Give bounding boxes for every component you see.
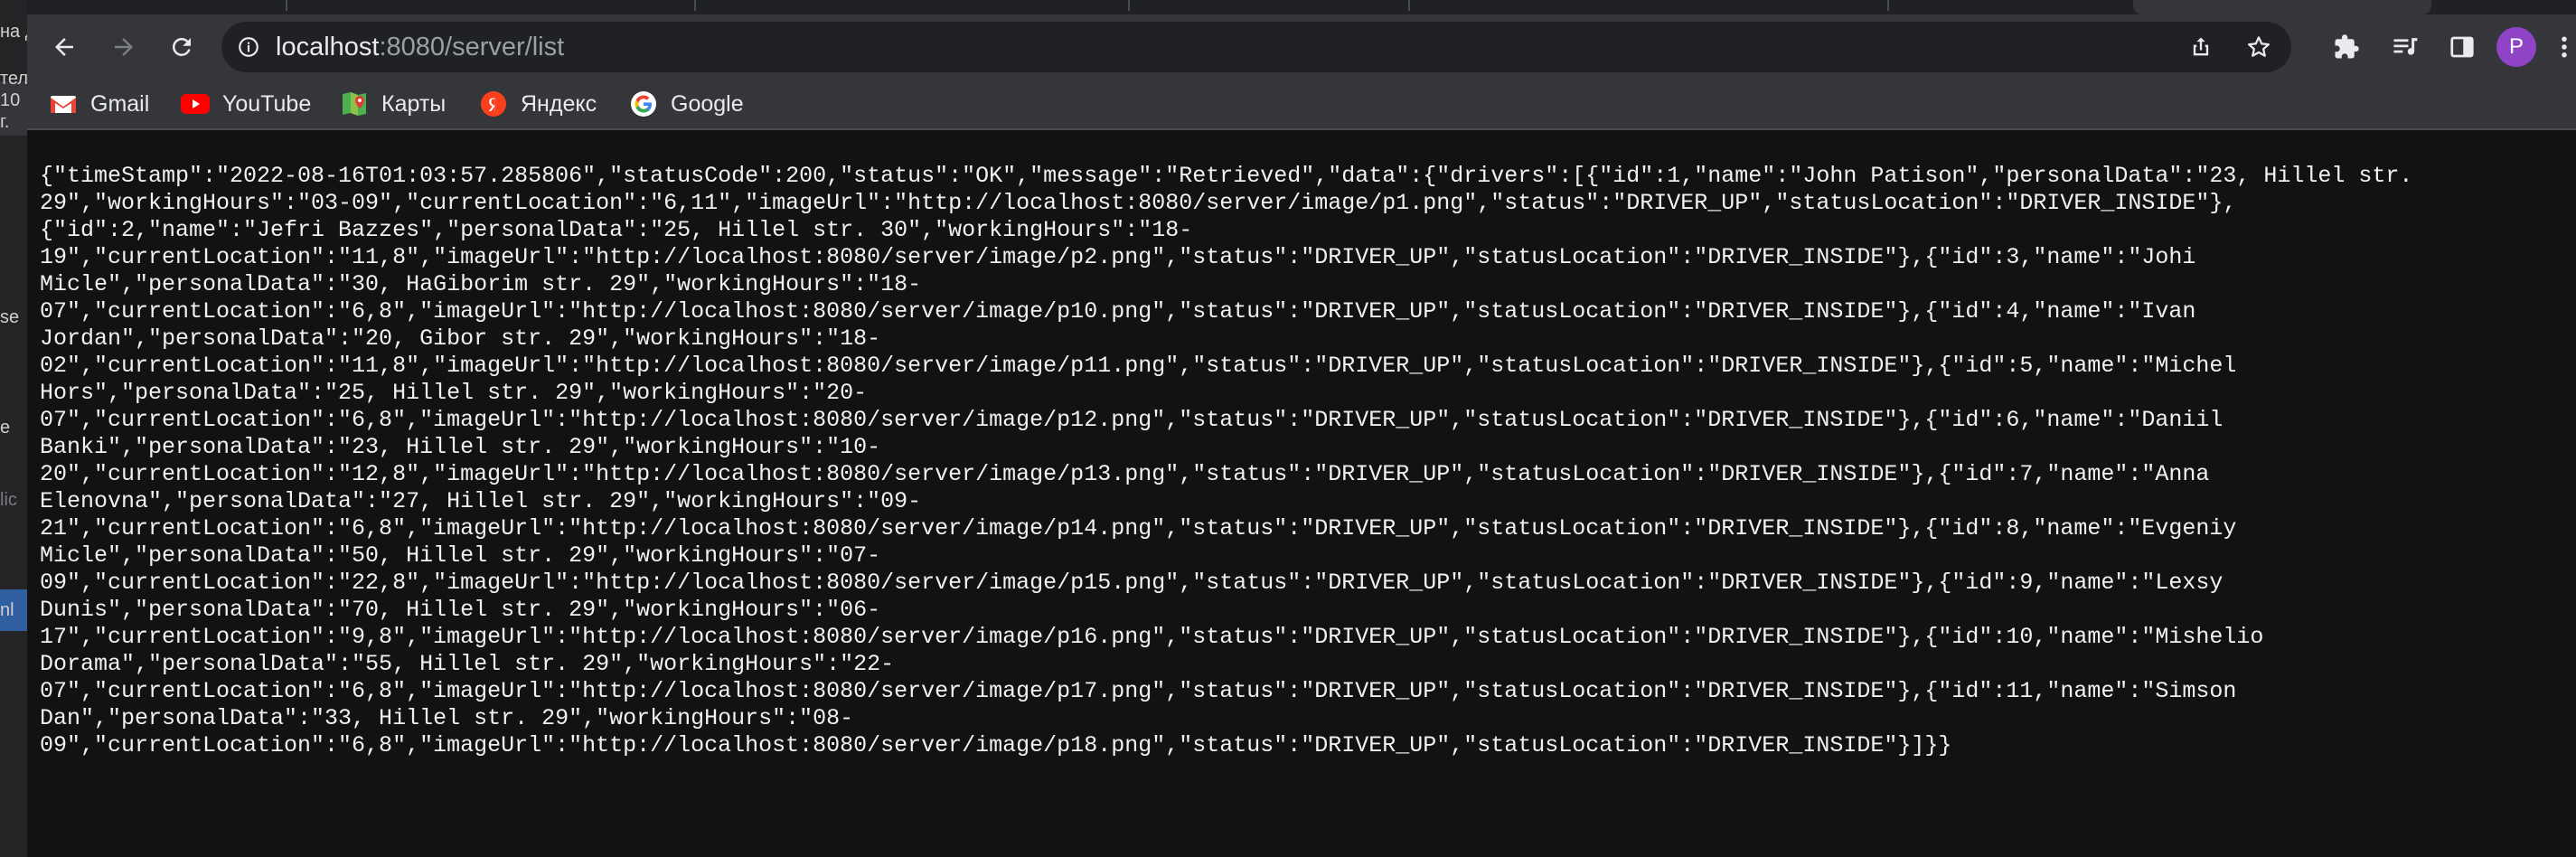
- json-line: Dan","personalData":"33, Hillel str. 29"…: [40, 705, 854, 731]
- json-line: 17","currentLocation":"9,8","imageUrl":"…: [40, 624, 2264, 650]
- bookmark-maps[interactable]: Карты: [340, 85, 446, 123]
- background-text-fragment: lic: [0, 490, 17, 510]
- page-content: {"timeStamp":"2022-08-16T01:03:57.285806…: [27, 130, 2576, 857]
- bookmark-label: Карты: [381, 90, 447, 117]
- json-line: 07","currentLocation":"6,8","imageUrl":"…: [40, 298, 2196, 325]
- json-line: Hors","personalData":"25, Hillel str. 29…: [40, 380, 868, 406]
- json-line: 09","currentLocation":"22,8","imageUrl":…: [40, 570, 2223, 596]
- back-icon: [55, 38, 73, 56]
- media-control-icon: [2393, 38, 2418, 55]
- background-window-edge: на д тел 10 г. se e lic nl: [0, 0, 28, 857]
- bookmark-star-button[interactable]: [2241, 29, 2277, 65]
- reload-button[interactable]: [160, 25, 203, 69]
- json-line: Dorama","personalData":"55, Hillel str. …: [40, 651, 895, 677]
- bookmark-star-icon: [2248, 36, 2270, 57]
- back-button[interactable]: [42, 25, 86, 69]
- tab-strip: [27, 0, 2576, 14]
- youtube-icon: [181, 89, 210, 118]
- forward-button[interactable]: [102, 25, 146, 69]
- bookmark-label: YouTube: [222, 90, 312, 117]
- share-button[interactable]: [2183, 29, 2219, 65]
- json-line: Banki","personalData":"23, Hillel str. 2…: [40, 434, 881, 460]
- active-tab[interactable]: [2133, 0, 2431, 14]
- url-path: :8080/server/list: [379, 33, 565, 61]
- json-line: {"timeStamp":"2022-08-16T01:03:57.285806…: [40, 163, 2413, 189]
- side-panel-icon: [2450, 36, 2474, 58]
- side-panel-button[interactable]: [2440, 25, 2484, 69]
- background-text-fragment: г.: [0, 112, 10, 132]
- tab-separator: [694, 0, 696, 11]
- bookmark-youtube[interactable]: YouTube: [181, 85, 311, 123]
- json-line: 21","currentLocation":"6,8","imageUrl":"…: [40, 515, 2237, 542]
- extensions-button[interactable]: [2325, 25, 2368, 69]
- gmail-icon: [49, 89, 78, 118]
- menu-button[interactable]: [2552, 25, 2576, 69]
- tab-separator: [286, 0, 287, 11]
- extensions-icon: [2335, 34, 2359, 59]
- bookmarks-bar: Gmail YouTube Карты Яндекс Google: [27, 80, 2576, 130]
- url-host: localhost: [276, 33, 380, 61]
- json-line: Micle","personalData":"50, Hillel str. 2…: [40, 542, 881, 569]
- json-line: 07","currentLocation":"6,8","imageUrl":"…: [40, 678, 2237, 704]
- media-control-button[interactable]: [2384, 25, 2428, 69]
- json-line: Jordan","personalData":"20, Gibor str. 2…: [40, 325, 881, 352]
- bookmark-yandex[interactable]: Яндекс: [479, 85, 597, 123]
- json-line: Dunis","personalData":"70, Hillel str. 2…: [40, 597, 881, 623]
- forward-icon: [115, 38, 133, 56]
- site-info-button[interactable]: [236, 34, 261, 60]
- profile-avatar[interactable]: P: [2496, 27, 2536, 67]
- bookmark-google[interactable]: Google: [629, 85, 744, 123]
- json-line: {"id":2,"name":"Jefri Bazzes","personalD…: [40, 217, 1193, 243]
- json-line: 09","currentLocation":"6,8","imageUrl":"…: [40, 732, 1952, 758]
- share-icon: [2193, 37, 2209, 56]
- menu-icon: [2562, 36, 2567, 58]
- json-line: 02","currentLocation":"11,8","imageUrl":…: [40, 353, 2237, 379]
- bookmark-gmail[interactable]: Gmail: [49, 85, 149, 123]
- url-text[interactable]: localhost:8080/server/list: [276, 33, 564, 61]
- bookmark-label: Gmail: [90, 90, 150, 117]
- background-text-fragment: e: [0, 418, 11, 438]
- background-text-fragment: тел: [0, 69, 28, 89]
- tab-separator: [1887, 0, 1889, 11]
- bookmark-label: Яндекс: [521, 90, 597, 117]
- browser-toolbar: localhost:8080/server/list P: [27, 14, 2576, 80]
- json-response-body: {"timeStamp":"2022-08-16T01:03:57.285806…: [40, 163, 2412, 759]
- background-text-fragment: se: [0, 307, 20, 327]
- json-line: 29","workingHours":"03-09","currentLocat…: [40, 190, 2237, 216]
- tab-separator: [1128, 0, 1130, 11]
- site-info-icon: [239, 37, 259, 57]
- json-line: Micle","personalData":"30, HaGiborim str…: [40, 271, 922, 297]
- background-text-fragment: на д: [0, 22, 27, 42]
- google-icon: [629, 89, 658, 118]
- bookmark-label: Google: [671, 90, 744, 117]
- json-line: 20","currentLocation":"12,8","imageUrl":…: [40, 461, 2210, 487]
- json-line: 19","currentLocation":"11,8","imageUrl":…: [40, 244, 2196, 270]
- maps-icon: [340, 89, 369, 118]
- yandex-icon: [479, 89, 508, 118]
- json-line: 07","currentLocation":"6,8","imageUrl":"…: [40, 407, 2223, 433]
- tab-separator: [1408, 0, 1410, 11]
- address-bar[interactable]: localhost:8080/server/list: [221, 22, 2291, 72]
- background-text-fragment: 10: [0, 90, 21, 110]
- browser-window: localhost:8080/server/list P Gmail YouTu…: [27, 0, 2576, 857]
- reload-icon: [172, 37, 191, 56]
- background-text-fragment: nl: [0, 600, 14, 620]
- json-line: Elenovna","personalData":"27, Hillel str…: [40, 488, 922, 514]
